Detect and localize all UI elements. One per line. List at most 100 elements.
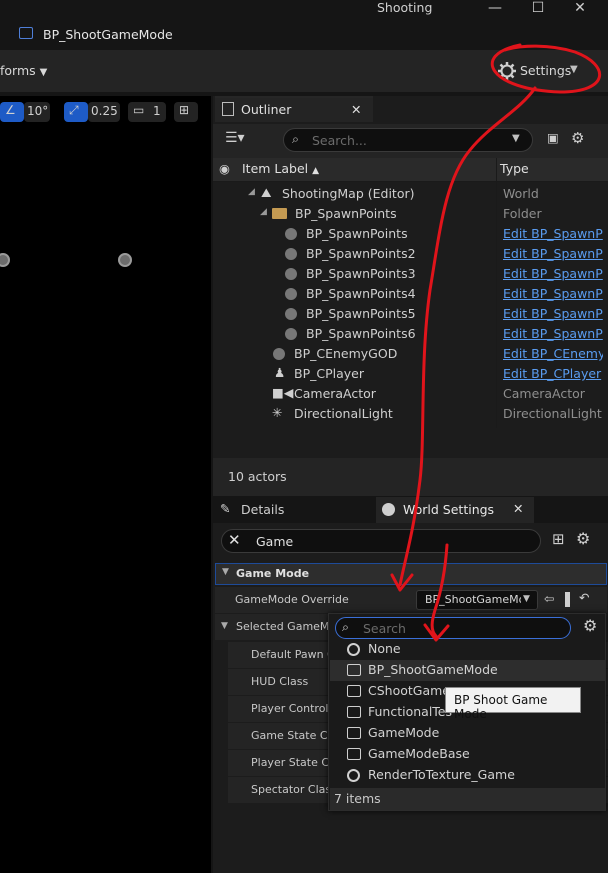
- scale-arrow-icon: ⤢: [69, 103, 79, 117]
- gear-icon[interactable]: ⚙: [576, 529, 590, 548]
- outliner-row-label: BP_SpawnPoints2: [306, 246, 416, 261]
- column-type[interactable]: Type: [500, 161, 529, 176]
- edit-blueprint-link[interactable]: Edit BP_SpawnP: [503, 306, 603, 321]
- scale-snap-label: 0.25: [91, 104, 118, 118]
- gear-icon[interactable]: ⚙: [571, 129, 584, 147]
- scale-snap-value[interactable]: 0.25: [88, 102, 120, 122]
- spawnpoint-actor-icon[interactable]: [118, 253, 132, 267]
- chevron-down-icon: ▼: [570, 64, 578, 75]
- edit-blueprint-link[interactable]: Edit BP_SpawnP: [503, 326, 603, 341]
- outliner-row[interactable]: BP_SpawnPoints2 Edit BP_SpawnP: [213, 244, 608, 264]
- outliner-tab-label: Outliner: [241, 102, 292, 117]
- level-tab-title[interactable]: BP_ShootGameMode: [43, 27, 173, 42]
- grid-view-icon[interactable]: ⊞: [552, 530, 565, 548]
- gamemode-override-combo[interactable]: BP_ShootGameMo ▼: [416, 590, 538, 610]
- class-option[interactable]: GameModeBase: [330, 744, 605, 765]
- close-window-button[interactable]: ✕: [570, 0, 590, 16]
- outliner-row-type: World: [503, 186, 539, 201]
- camera-speed-button[interactable]: ▭ 1: [128, 102, 166, 122]
- outliner-row[interactable]: ■◀ CameraActor CameraActor: [213, 384, 608, 404]
- class-option-label: GameMode: [368, 725, 440, 740]
- outliner-search-input[interactable]: ⌕ Search... ▼: [283, 128, 533, 152]
- chevron-down-icon[interactable]: ▼: [512, 133, 520, 144]
- details-search-input[interactable]: ✕ Game: [221, 529, 541, 553]
- none-circle-icon: [347, 643, 360, 656]
- edit-asset-icon[interactable]: [565, 592, 570, 607]
- outliner-row[interactable]: BP_SpawnPoints3 Edit BP_SpawnP: [213, 264, 608, 284]
- edit-blueprint-link[interactable]: Edit BP_SpawnP: [503, 286, 603, 301]
- none-circle-icon: [347, 769, 360, 782]
- minimize-button[interactable]: —: [485, 0, 505, 16]
- filter-icon[interactable]: ☰▾: [225, 130, 245, 146]
- search-icon: ⌕: [292, 131, 300, 146]
- edit-blueprint-link[interactable]: Edit BP_SpawnP: [503, 266, 603, 281]
- category-game-mode-label: Game Mode: [236, 567, 310, 580]
- outliner-row[interactable]: ♟ BP_CPlayer Edit BP_CPlayer: [213, 364, 608, 384]
- edit-blueprint-link[interactable]: Edit BP_CPlayer: [503, 366, 603, 381]
- tab-outliner[interactable]: Outliner ✕: [215, 96, 373, 122]
- settings-button[interactable]: Settings ▼: [493, 58, 593, 84]
- actor-icon: [285, 308, 297, 320]
- outliner-row-label: BP_CEnemyGOD: [294, 346, 398, 361]
- outliner-search-placeholder: Search...: [312, 133, 367, 148]
- outliner-row[interactable]: ✳ DirectionalLight DirectionalLight: [213, 404, 608, 424]
- map-icon: ⛰: [261, 185, 272, 200]
- reset-icon[interactable]: ↶: [579, 590, 589, 605]
- edit-blueprint-link[interactable]: Edit BP_SpawnP: [503, 226, 603, 241]
- outliner-row[interactable]: ◢ ⛰ ShootingMap (Editor) World: [213, 184, 608, 204]
- level-tab-icon: [19, 27, 33, 39]
- expand-arrow-icon[interactable]: ◢: [248, 187, 255, 197]
- outliner-row-label: DirectionalLight: [294, 406, 393, 421]
- scale-snap-toggle[interactable]: ⤢: [64, 102, 88, 122]
- actor-icon: [285, 328, 297, 340]
- add-folder-icon[interactable]: ▣: [547, 130, 559, 145]
- outliner-row-label: CameraActor: [294, 386, 376, 401]
- viewport-layout-button[interactable]: ⊞: [174, 102, 198, 122]
- viewport-toolbar: ∠ 10° ⤢ 0.25 ▭ 1 ⊞: [0, 96, 211, 128]
- tab-world-settings[interactable]: World Settings ✕: [376, 497, 534, 523]
- outliner-row[interactable]: BP_SpawnPoints Edit BP_SpawnP: [213, 224, 608, 244]
- expand-arrow-icon[interactable]: ◢: [260, 207, 267, 217]
- outliner-panel: Outliner ✕ ☰▾ ⌕ Search... ▼ ▣ ⚙ ◉ Item L…: [213, 96, 608, 496]
- spawnpoint-actor-icon[interactable]: [0, 253, 10, 267]
- gamemode-override-value: BP_ShootGameMo: [425, 593, 521, 606]
- class-option[interactable]: RenderToTexture_Game: [330, 765, 605, 786]
- class-picker-count: 7 items: [334, 791, 381, 806]
- platforms-menu[interactable]: forms ▼: [0, 63, 47, 78]
- close-icon[interactable]: ✕: [513, 501, 523, 516]
- level-viewport[interactable]: ∠ 10° ⤢ 0.25 ▭ 1 ⊞: [0, 96, 211, 873]
- rotation-snap-value[interactable]: 10°: [24, 102, 50, 122]
- class-option[interactable]: None: [330, 639, 605, 660]
- outliner-row-label: BP_CPlayer: [294, 366, 364, 381]
- class-option[interactable]: BP_ShootGameMode: [330, 660, 605, 681]
- class-tooltip: BP Shoot Game Mode: [445, 687, 581, 721]
- outliner-row[interactable]: BP_SpawnPoints6 Edit BP_SpawnP: [213, 324, 608, 344]
- class-picker-footer: 7 items: [330, 788, 605, 810]
- outliner-search-bar: ☰▾ ⌕ Search... ▼ ▣ ⚙: [213, 124, 608, 162]
- maximize-button[interactable]: ☐: [528, 0, 548, 16]
- column-item-label[interactable]: Item Label ▲: [242, 161, 319, 176]
- property-label: Game State Cla: [251, 729, 338, 742]
- category-game-mode[interactable]: ▼ Game Mode: [215, 563, 607, 585]
- outliner-row[interactable]: BP_SpawnPoints4 Edit BP_SpawnP: [213, 284, 608, 304]
- outliner-row-type: CameraActor: [503, 386, 585, 401]
- property-label: Player State Cl: [251, 756, 333, 769]
- outliner-row[interactable]: BP_CEnemyGOD Edit BP_CEnemy: [213, 344, 608, 364]
- visibility-eye-icon[interactable]: ◉: [219, 161, 230, 176]
- edit-blueprint-link[interactable]: Edit BP_CEnemy: [503, 346, 603, 361]
- class-tooltip-text: BP Shoot Game Mode: [454, 693, 548, 721]
- outliner-row[interactable]: ◢ BP_SpawnPoints Folder: [213, 204, 608, 224]
- actor-icon: [273, 348, 285, 360]
- class-option[interactable]: GameMode: [330, 723, 605, 744]
- tab-details[interactable]: ✎ Details: [213, 497, 373, 523]
- gear-icon[interactable]: ⚙: [583, 616, 597, 635]
- gear-icon: [498, 62, 516, 80]
- close-icon[interactable]: ✕: [351, 102, 361, 117]
- outliner-row[interactable]: BP_SpawnPoints5 Edit BP_SpawnP: [213, 304, 608, 324]
- collapse-arrow-icon: ▼: [221, 621, 228, 631]
- edit-blueprint-link[interactable]: Edit BP_SpawnP: [503, 246, 603, 261]
- rotation-snap-toggle[interactable]: ∠: [0, 102, 24, 122]
- class-picker-search-input[interactable]: ⌕ Search: [335, 617, 571, 639]
- clear-search-icon[interactable]: ✕: [228, 531, 241, 549]
- browse-asset-icon[interactable]: ⇦: [544, 591, 554, 606]
